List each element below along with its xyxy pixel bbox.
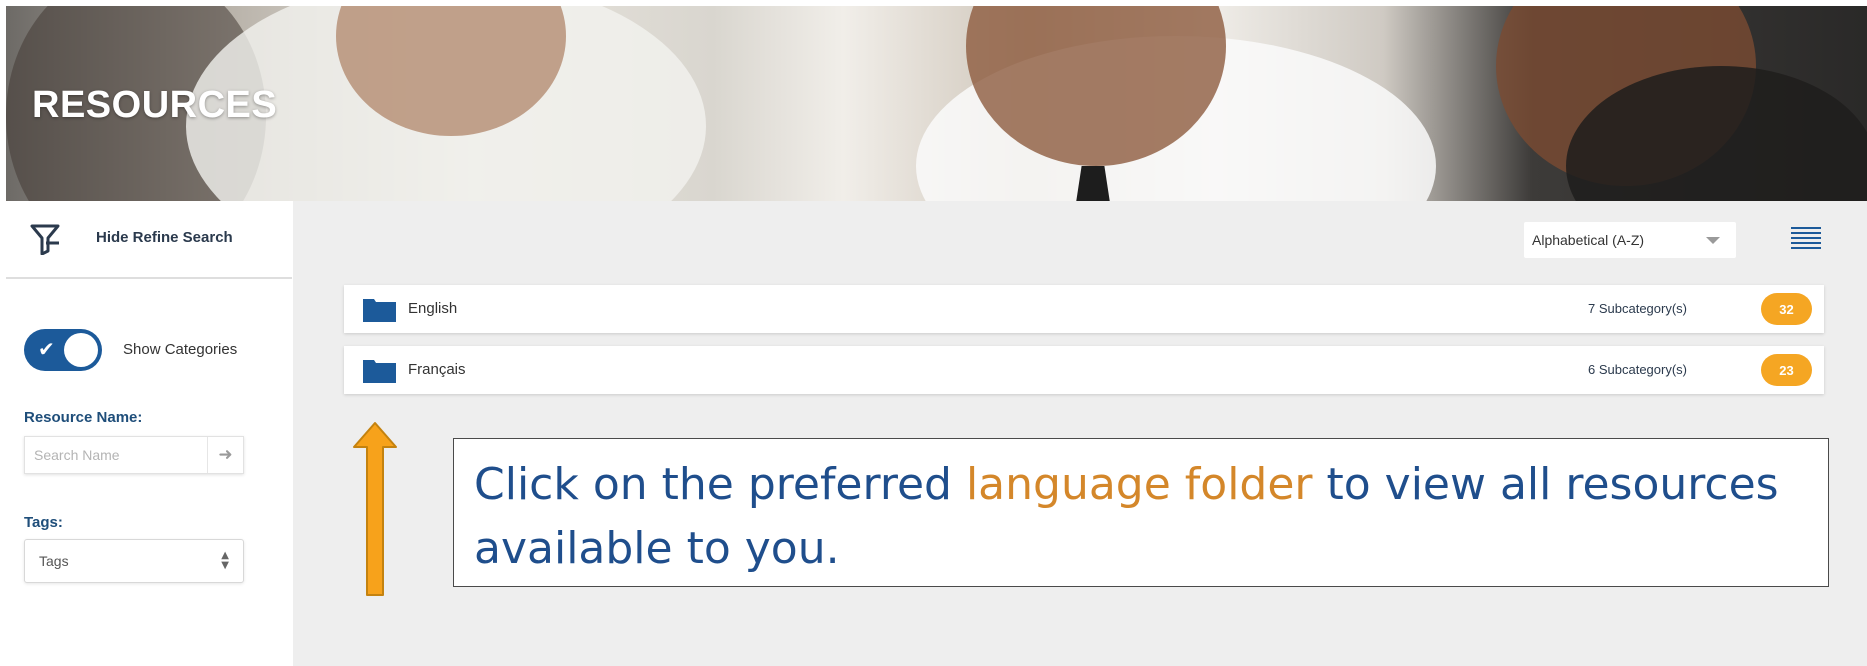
show-categories-toggle[interactable]: ✔ <box>24 329 102 371</box>
up-down-chevron-icon: ▲ ▼ <box>221 550 229 571</box>
search-name-input[interactable] <box>25 437 207 473</box>
refine-label: Hide Refine Search <box>96 229 233 246</box>
page-title: RESOURCES <box>32 84 278 126</box>
check-icon: ✔ <box>38 337 55 361</box>
folder-row-francais[interactable]: Français 6 Subcategory(s) 23 <box>344 346 1824 394</box>
tags-label: Tags: <box>24 514 63 531</box>
subcategory-count: 7 Subcategory(s) <box>1588 301 1687 316</box>
resource-search: ➜ <box>24 436 244 474</box>
callout-highlight: language folder <box>965 459 1313 510</box>
subcategory-count: 6 Subcategory(s) <box>1588 362 1687 377</box>
folder-name: Français <box>408 361 466 378</box>
resource-count-badge: 23 <box>1761 354 1812 386</box>
folder-icon <box>363 360 396 383</box>
tags-select[interactable]: Tags ▲ ▼ <box>24 539 244 583</box>
hero-banner: RESOURCES <box>6 6 1867 201</box>
sort-value: Alphabetical (A-Z) <box>1532 232 1645 248</box>
folder-row-english[interactable]: English 7 Subcategory(s) 32 <box>344 285 1824 333</box>
list-view-icon[interactable] <box>1791 227 1821 255</box>
arrow-right-icon[interactable]: ➜ <box>207 437 243 473</box>
hide-refine-search-button[interactable]: Hide Refine Search <box>6 201 292 279</box>
chevron-down-icon <box>1706 237 1720 244</box>
toggle-knob <box>64 333 98 367</box>
refine-sidebar: Hide Refine Search ✔ Show Categories Res… <box>6 201 292 666</box>
sort-dropdown[interactable]: Alphabetical (A-Z) <box>1524 222 1736 258</box>
resource-count-badge: 32 <box>1761 293 1812 325</box>
up-arrow-annotation-icon <box>353 422 397 596</box>
show-categories-label: Show Categories <box>123 341 238 358</box>
callout-text-start: Click on the preferred <box>474 459 966 510</box>
instruction-callout: Click on the preferred language folder t… <box>453 438 1829 587</box>
folder-name: English <box>408 300 458 317</box>
resource-name-label: Resource Name: <box>24 409 143 426</box>
main-content: Alphabetical (A-Z) English 7 Subcategory… <box>293 201 1867 666</box>
callout-text: Click on the preferred language folder t… <box>474 453 1804 581</box>
tags-select-value: Tags <box>39 553 69 569</box>
folder-icon <box>363 299 396 322</box>
funnel-icon <box>30 224 60 255</box>
